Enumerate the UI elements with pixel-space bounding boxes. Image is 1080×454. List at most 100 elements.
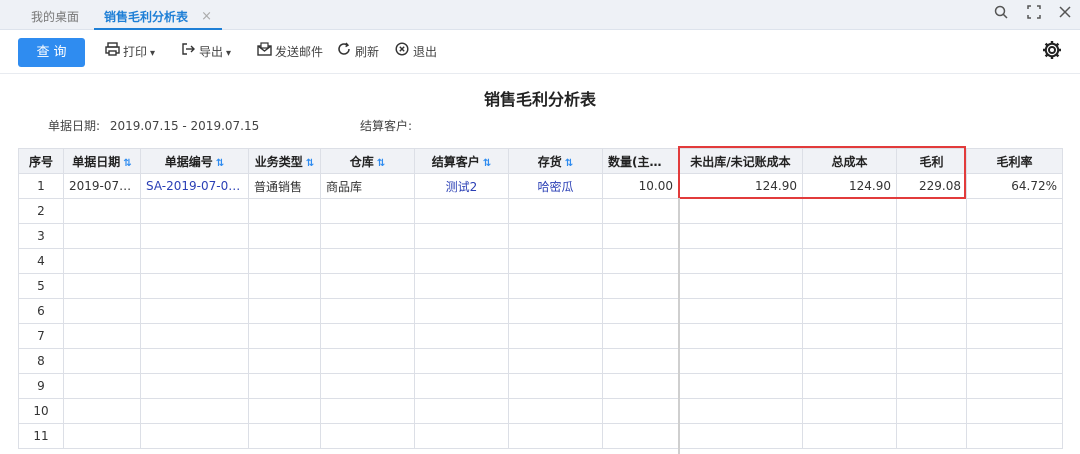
table-row[interactable]: 10: [18, 398, 1063, 424]
cell-item[interactable]: [508, 423, 603, 449]
col-header-gross-profit[interactable]: 毛利: [896, 148, 967, 174]
cell-seq: 5: [18, 273, 64, 299]
exit-button[interactable]: 退出: [394, 38, 437, 67]
col-header-doc-no[interactable]: 单据编号 ⇅: [140, 148, 249, 174]
cell-unposted-cost: [678, 373, 803, 399]
col-header-customer[interactable]: 结算客户 ⇅: [414, 148, 509, 174]
cell-customer[interactable]: [414, 398, 509, 424]
cell-item[interactable]: [508, 373, 603, 399]
cell-doc-no[interactable]: [140, 198, 249, 224]
cell-margin: [966, 323, 1063, 349]
table-row[interactable]: 7: [18, 323, 1063, 349]
cell-customer[interactable]: [414, 423, 509, 449]
cell-biz-type: [248, 248, 321, 274]
cell-date: [63, 223, 141, 249]
table-row[interactable]: 5: [18, 273, 1063, 299]
sort-icon[interactable]: ⇅: [565, 158, 573, 169]
col-header-unposted-cost[interactable]: 未出库/未记账成本: [678, 148, 803, 174]
table-row[interactable]: 1 2019-07-15 SA-2019-07-00-... 普通销售 商品库 测试2 哈密…: [18, 173, 1063, 199]
cell-warehouse: [320, 198, 415, 224]
cell-biz-type: [248, 223, 321, 249]
table-row[interactable]: 6: [18, 298, 1063, 324]
cell-customer[interactable]: [414, 298, 509, 324]
cell-item[interactable]: [508, 198, 603, 224]
close-icon[interactable]: [1055, 5, 1075, 25]
frozen-column-divider: [678, 198, 680, 454]
cell-item[interactable]: [508, 348, 603, 374]
cell-qty: [602, 398, 679, 424]
cell-customer[interactable]: [414, 373, 509, 399]
cell-customer[interactable]: [414, 348, 509, 374]
col-header-warehouse[interactable]: 仓库 ⇅: [320, 148, 415, 174]
sort-icon[interactable]: ⇅: [483, 158, 491, 169]
cell-total-cost: [802, 248, 897, 274]
export-button[interactable]: 导出 ▾: [180, 38, 231, 67]
tab-close-icon[interactable]: ×: [201, 0, 212, 34]
cell-item[interactable]: [508, 323, 603, 349]
data-grid: 序号 单据日期 ⇅ 单据编号 ⇅ 业务类型 ⇅ 仓库 ⇅ 结算客户 ⇅ 存货 ⇅ 数量(主单…: [18, 148, 1063, 449]
col-header-biz-type[interactable]: 业务类型 ⇅: [248, 148, 321, 174]
print-button[interactable]: 打印 ▾: [104, 38, 155, 67]
tab-sales-gross-profit[interactable]: 销售毛利分析表 ×: [94, 0, 222, 30]
sort-icon[interactable]: ⇅: [377, 158, 385, 169]
cell-customer[interactable]: [414, 223, 509, 249]
cell-customer[interactable]: [414, 273, 509, 299]
tab-home[interactable]: 我的桌面: [31, 0, 79, 30]
cell-doc-no[interactable]: [140, 273, 249, 299]
table-row[interactable]: 4: [18, 248, 1063, 274]
cell-biz-type: [248, 398, 321, 424]
cell-customer[interactable]: [414, 323, 509, 349]
cell-customer[interactable]: 测试2: [414, 173, 509, 199]
cell-unposted-cost: [678, 273, 803, 299]
date-value: 2019.07.15 - 2019.07.15: [109, 119, 260, 133]
refresh-button[interactable]: 刷新: [336, 38, 379, 67]
cell-item[interactable]: [508, 298, 603, 324]
col-header-seq[interactable]: 序号: [18, 148, 64, 174]
cell-doc-no[interactable]: [140, 423, 249, 449]
cell-item[interactable]: [508, 273, 603, 299]
cell-biz-type: [248, 323, 321, 349]
cell-item[interactable]: 哈密瓜: [508, 173, 603, 199]
cell-qty: [602, 298, 679, 324]
search-icon[interactable]: [991, 5, 1011, 25]
cell-doc-no[interactable]: [140, 373, 249, 399]
maximize-icon[interactable]: [1024, 5, 1044, 25]
table-row[interactable]: 3: [18, 223, 1063, 249]
cell-item[interactable]: [508, 398, 603, 424]
table-row[interactable]: 9: [18, 373, 1063, 399]
tab-label: 销售毛利分析表: [104, 10, 189, 24]
chevron-down-icon: ▾: [150, 48, 156, 59]
table-row[interactable]: 2: [18, 198, 1063, 224]
cell-unposted-cost: 124.90: [678, 173, 803, 199]
col-header-margin[interactable]: 毛利率: [966, 148, 1063, 174]
report-title: 销售毛利分析表: [483, 90, 596, 109]
table-row[interactable]: 8: [18, 348, 1063, 374]
cell-gross-profit: [896, 373, 967, 399]
query-button[interactable]: 查询: [18, 38, 85, 67]
sort-icon[interactable]: ⇅: [216, 158, 224, 169]
table-row[interactable]: 11: [18, 423, 1063, 449]
cell-doc-no[interactable]: [140, 223, 249, 249]
cell-doc-no[interactable]: SA-2019-07-00-...: [140, 173, 249, 199]
cell-warehouse: [320, 373, 415, 399]
cell-customer[interactable]: [414, 198, 509, 224]
cell-customer[interactable]: [414, 248, 509, 274]
cell-item[interactable]: [508, 223, 603, 249]
col-header-total-cost[interactable]: 总成本: [802, 148, 897, 174]
cell-doc-no[interactable]: [140, 323, 249, 349]
cell-doc-no[interactable]: [140, 348, 249, 374]
gear-icon[interactable]: [1040, 40, 1064, 64]
sort-icon[interactable]: ⇅: [123, 158, 131, 169]
col-header-date[interactable]: 单据日期 ⇅: [63, 148, 141, 174]
col-header-item[interactable]: 存货 ⇅: [508, 148, 603, 174]
sort-icon[interactable]: ⇅: [306, 158, 314, 169]
send-email-button[interactable]: 发送邮件: [256, 38, 323, 67]
cell-warehouse: [320, 348, 415, 374]
cell-warehouse: [320, 323, 415, 349]
cell-item[interactable]: [508, 248, 603, 274]
cell-doc-no[interactable]: [140, 298, 249, 324]
cell-doc-no[interactable]: [140, 248, 249, 274]
col-header-qty[interactable]: 数量(主单位): [602, 148, 679, 174]
refresh-icon: [336, 38, 352, 67]
cell-doc-no[interactable]: [140, 398, 249, 424]
